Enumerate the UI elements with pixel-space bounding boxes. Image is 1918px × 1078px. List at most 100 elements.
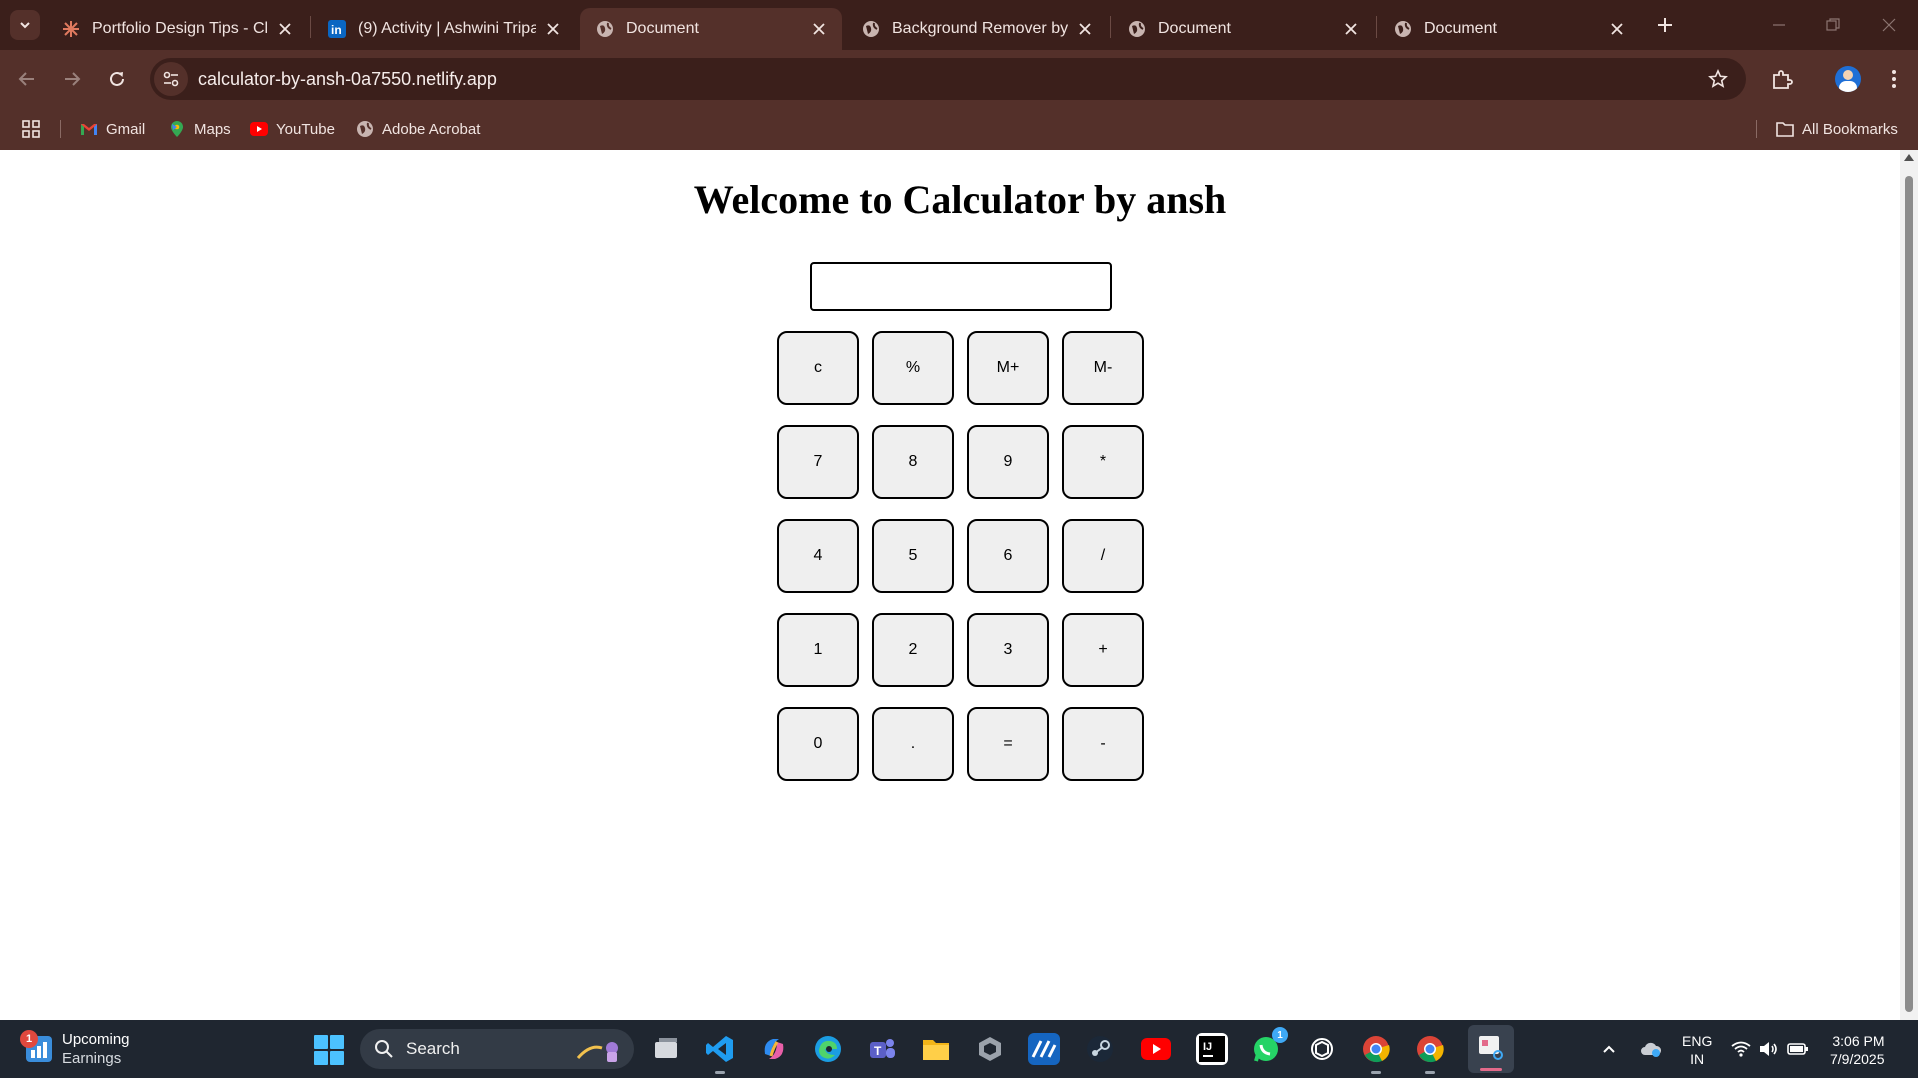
task-view-icon [655, 1038, 677, 1058]
tab-title: (9) Activity | Ashwini Tripat [358, 20, 536, 37]
forward-button[interactable] [56, 63, 88, 95]
bookmark-youtube[interactable]: YouTube [250, 116, 335, 142]
close-icon[interactable] [1342, 20, 1360, 38]
close-icon[interactable] [810, 20, 828, 38]
key-digit-7-button[interactable]: 7 [777, 425, 859, 499]
globe-icon [1394, 20, 1412, 38]
folder-icon [923, 1040, 949, 1060]
key-equals-button[interactable]: = [967, 707, 1049, 781]
taskbar-youtube[interactable] [1140, 1033, 1172, 1065]
calculator-display[interactable] [810, 262, 1112, 311]
page-scrollbar[interactable] [1900, 150, 1918, 1020]
reload-button[interactable] [101, 63, 133, 95]
key-digit-2-button[interactable]: 2 [872, 613, 954, 687]
quick-settings-button[interactable] [1730, 1020, 1810, 1078]
taskbar-file-explorer[interactable] [920, 1033, 952, 1065]
key-add-button[interactable]: + [1062, 613, 1144, 687]
svg-text:in: in [331, 23, 342, 37]
arrow-left-icon [18, 72, 34, 86]
close-icon[interactable] [1076, 20, 1094, 38]
close-icon[interactable] [1608, 20, 1626, 38]
taskbar-copilot[interactable] [758, 1033, 790, 1065]
show-hidden-icons-button[interactable] [1598, 1020, 1620, 1078]
key-digit-0-button[interactable]: 0 [777, 707, 859, 781]
chrome-icon [1417, 1036, 1444, 1063]
tab-linkedin[interactable]: in (9) Activity | Ashwini Tripat [312, 8, 576, 50]
key-clear-button[interactable]: c [777, 331, 859, 405]
folder-icon [1776, 120, 1794, 138]
taskbar-search[interactable]: Search [360, 1029, 634, 1069]
bookmark-gmail[interactable]: Gmail [80, 116, 145, 142]
key-digit-9-button[interactable]: 9 [967, 425, 1049, 499]
tab-portfolio[interactable]: Portfolio Design Tips - Clau [46, 8, 308, 50]
running-indicator [1371, 1071, 1381, 1074]
globe-icon [596, 20, 614, 38]
language-indicator[interactable]: ENG IN [1682, 1032, 1712, 1068]
taskbar-whatsapp[interactable]: 1 [1250, 1027, 1288, 1065]
all-bookmarks-button[interactable]: All Bookmarks [1776, 116, 1898, 142]
minimize-button[interactable] [1766, 12, 1792, 38]
taskbar-unity[interactable] [974, 1033, 1006, 1065]
taskbar-edge[interactable] [812, 1033, 844, 1065]
tab-background-remover[interactable]: Background Remover by A [846, 8, 1108, 50]
taskbar-android-studio[interactable] [1028, 1033, 1060, 1065]
key-digit-8-button[interactable]: 8 [872, 425, 954, 499]
tab-strip: Portfolio Design Tips - Clau in (9) Acti… [0, 0, 1918, 50]
taskbar-teams[interactable]: T [866, 1033, 898, 1065]
key-divide-button[interactable]: / [1062, 519, 1144, 593]
apps-button[interactable] [22, 116, 40, 142]
start-button[interactable] [314, 1035, 344, 1065]
key-digit-6-button[interactable]: 6 [967, 519, 1049, 593]
key-digit-3-button[interactable]: 3 [967, 613, 1049, 687]
scroll-up-arrow-icon[interactable] [1904, 154, 1914, 161]
key-digit-5-button[interactable]: 5 [872, 519, 954, 593]
tab-document-2[interactable]: Document [1112, 8, 1374, 50]
key-digit-4-button[interactable]: 4 [777, 519, 859, 593]
taskbar-chatgpt[interactable] [1306, 1033, 1338, 1065]
tab-search-dropdown[interactable] [10, 10, 40, 40]
key-subtract-button[interactable]: - [1062, 707, 1144, 781]
widgets-button[interactable]: 1 Upcoming Earnings [20, 1030, 130, 1068]
menu-button[interactable] [1878, 63, 1910, 95]
clock[interactable]: 3:06 PM 7/9/2025 [1830, 1032, 1885, 1068]
bookmark-star-button[interactable] [1706, 67, 1730, 91]
taskbar-vscode[interactable] [704, 1033, 736, 1074]
taskbar-snipping-tool-active[interactable] [1468, 1025, 1514, 1073]
tab-document-active[interactable]: Document [580, 8, 842, 50]
apps-grid-icon [22, 120, 40, 138]
key-percent-button[interactable]: % [872, 331, 954, 405]
taskbar-steam[interactable] [1084, 1033, 1116, 1065]
bookmark-maps[interactable]: Maps [168, 116, 231, 142]
tab-title: Document [1158, 20, 1231, 37]
restore-button[interactable] [1820, 12, 1846, 38]
extensions-button[interactable] [1766, 63, 1798, 95]
bookmark-adobe-acrobat[interactable]: Adobe Acrobat [356, 116, 480, 142]
close-icon[interactable] [544, 20, 562, 38]
reload-icon [110, 71, 124, 86]
taskbar-chrome-profile-1[interactable] [1360, 1033, 1392, 1074]
key-memory-subtract-button[interactable]: M- [1062, 331, 1144, 405]
unity-icon [979, 1037, 1001, 1061]
profile-button[interactable] [1832, 63, 1864, 95]
onedrive-button[interactable] [1636, 1020, 1666, 1078]
key-memory-add-button[interactable]: M+ [967, 331, 1049, 405]
taskbar-chrome-profile-2[interactable] [1414, 1033, 1446, 1074]
taskbar-intellij[interactable]: IJ [1196, 1033, 1228, 1065]
tab-title: Background Remover by A [892, 20, 1068, 37]
address-bar[interactable]: calculator-by-ansh-0a7550.netlify.app [150, 58, 1746, 100]
new-tab-button[interactable] [1652, 12, 1678, 38]
key-digit-1-button[interactable]: 1 [777, 613, 859, 687]
close-window-button[interactable] [1876, 12, 1902, 38]
page-content: Welcome to Calculator by ansh c% M+ M- 7 8 9 *… [0, 150, 1900, 1020]
key-multiply-button[interactable]: * [1062, 425, 1144, 499]
taskbar-task-view[interactable] [650, 1033, 682, 1065]
browser-toolbar: calculator-by-ansh-0a7550.netlify.app [0, 50, 1918, 108]
close-icon[interactable] [276, 20, 294, 38]
scroll-thumb[interactable] [1905, 176, 1913, 1012]
back-button[interactable] [11, 63, 43, 95]
tab-document-3[interactable]: Document [1378, 8, 1640, 50]
globe-icon [862, 20, 880, 38]
key-decimal-button[interactable]: . [872, 707, 954, 781]
bookmark-label: YouTube [276, 120, 335, 138]
site-info-button[interactable] [154, 62, 188, 96]
